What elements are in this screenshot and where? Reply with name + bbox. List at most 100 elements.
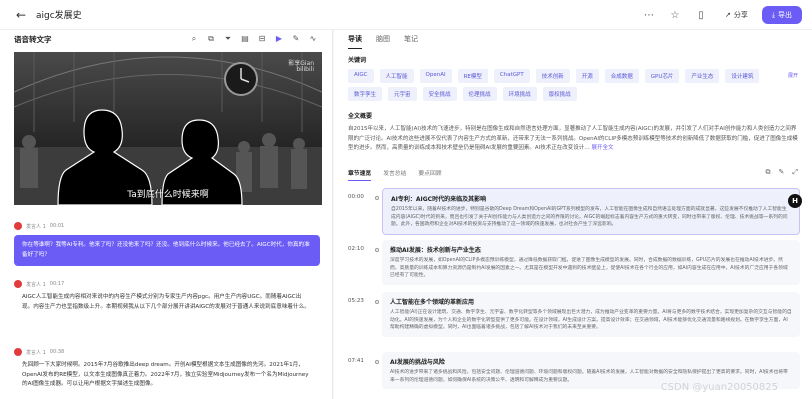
speaker-avatar xyxy=(14,348,22,356)
keyword-tag[interactable]: GPU芯片 xyxy=(644,69,680,83)
tab-speaker-summary[interactable]: 发言总结 xyxy=(383,168,406,181)
keyword-tag[interactable]: 元宇宙 xyxy=(388,87,417,101)
export-button[interactable]: ⤓ 导出 xyxy=(761,6,802,24)
video-icon[interactable]: ▶ xyxy=(274,34,284,44)
keywords-title: 关键词 xyxy=(348,57,367,64)
keyword-tag[interactable]: 开源 xyxy=(575,69,599,83)
waveform-icon[interactable]: ∿ xyxy=(308,34,318,44)
arrow-left-icon: ← xyxy=(15,7,27,22)
chapter-content: 自2015年以来，随着AI技术的进步，特别是谷歌的Deep Dream和Open… xyxy=(391,207,788,228)
keyword-tag[interactable]: AIGC xyxy=(348,69,374,83)
floating-assistant-button[interactable]: H xyxy=(788,194,802,208)
copy-icon[interactable]: ⧉ xyxy=(766,168,771,177)
star-icon: ☆ xyxy=(670,9,680,21)
tab-mindmap[interactable]: 脑图 xyxy=(376,34,390,49)
copy-icon[interactable]: ⧉ xyxy=(206,34,216,44)
video-subtitle: Ta到底什么时候来啊 xyxy=(127,190,209,200)
video-player[interactable]: 影享Gian bilibili Ta到底什么时候来啊 xyxy=(14,52,322,205)
keyword-tag[interactable]: 安全挑战 xyxy=(422,87,457,101)
timestamp: 00:01 xyxy=(49,223,65,229)
tab-key-points[interactable]: 要点回顾 xyxy=(418,168,441,181)
tab-guide[interactable]: 导读 xyxy=(348,34,362,49)
doc-icon[interactable]: ▤ xyxy=(240,34,250,44)
transcript-toolbar: ⌕ ⧉ ⏷ ▤ ⊟ ▶ ✎ ∿ xyxy=(189,34,318,44)
download-icon: ⤓ xyxy=(771,10,775,19)
chapter-time: 07:41 xyxy=(348,358,364,364)
collapse-icon[interactable]: ⊟ xyxy=(257,34,267,44)
keyword-tag[interactable]: 合成数据 xyxy=(604,69,639,83)
chapter-title: 推动AI发展：技术创新与产业生态 xyxy=(390,247,481,254)
keyword-tag[interactable]: 技术创新 xyxy=(535,69,570,83)
transcript-message[interactable]: 发言人 1 00:38 先回顾一下大家时候啊。2015年7月谷歌推出deep d… xyxy=(14,348,320,390)
edit-icon[interactable]: ✎ xyxy=(291,34,301,44)
chapter-toolbar: ⧉ ✎ ⤢ xyxy=(766,168,798,177)
bookmark-icon: ▯ xyxy=(698,9,704,21)
share-button[interactable]: ↗ 分享 xyxy=(717,5,756,25)
keyword-tag[interactable]: 环境挑战 xyxy=(502,87,537,101)
back-button[interactable]: ← xyxy=(8,5,34,25)
summary-title: 全文概要 xyxy=(348,113,373,120)
chapter-item[interactable]: 02:10 推动AI发展：技术创新与产业生态 深度学习技术的发展，如OpenAI… xyxy=(348,240,800,285)
ai-summary-panel: 导读 脑图 笔记 关键词 AIGC 人工智能 OpenAI RE模型 ChatG… xyxy=(334,30,812,399)
top-bar: ← aigc发展史 ⋯ ☆ ▯ ↗ 分享 ⤓ 导出 xyxy=(0,0,812,30)
speaker-avatar xyxy=(14,280,22,288)
summary-text: 自2015年以来，人工智能(AI)技术的飞速进步，特别是在图像生成和自然语言处理… xyxy=(348,126,798,151)
keyword-tag[interactable]: 伦理挑战 xyxy=(462,87,497,101)
keyword-tag[interactable]: 人工智能 xyxy=(379,69,414,83)
timestamp: 00:38 xyxy=(49,349,65,355)
keyword-tag[interactable]: OpenAI xyxy=(419,69,452,83)
keywords-list: AIGC 人工智能 OpenAI RE模型 ChatGPT 技术创新 开源 合成… xyxy=(348,69,788,101)
chapter-time: 00:00 xyxy=(348,194,364,200)
timeline-dot xyxy=(375,300,379,304)
more-icon: ⋯ xyxy=(644,9,655,21)
chapter-title: 人工智能在多个领域的革新应用 xyxy=(390,299,475,306)
tab-chapters[interactable]: 章节速览 xyxy=(348,168,372,181)
tab-notes[interactable]: 笔记 xyxy=(404,34,418,49)
page-title: aigc发展史 xyxy=(36,11,82,21)
keywords-expand-link[interactable]: 展开 xyxy=(788,72,798,79)
timeline-dot xyxy=(375,248,379,252)
chapter-item[interactable]: 00:00 AI专利：AIGC时代的来临及其影响 自2015年以来，随着AI技术… xyxy=(348,188,800,235)
csdn-watermark: CSDN @yuan20050825 xyxy=(660,382,778,393)
favorite-button[interactable]: ☆ xyxy=(665,5,685,25)
speaker-name: 发言人 1 xyxy=(26,223,46,230)
keyword-tag[interactable]: RE模型 xyxy=(457,69,488,83)
speaker-name: 发言人 1 xyxy=(26,349,46,356)
message-text: 你在等谁啊？我等AI专利。他来了吗？还没他来了吗？还没。他到底什么时候来。他已经… xyxy=(14,235,320,266)
chapter-content: 人工智能(AI)正在设计建筑、交通、数字孪生、元宇宙、数字化转型等多个领域展现出… xyxy=(390,310,792,331)
chapter-time: 05:23 xyxy=(348,298,364,304)
chapter-title: AI专利：AIGC时代的来临及其影响 xyxy=(391,196,487,203)
bilibili-logo: bilibili xyxy=(296,66,314,73)
main-tabs: 导读 脑图 笔记 xyxy=(348,34,418,49)
message-text: 先回顾一下大家时候啊。2015年7月谷歌推出deep dream。开创AI模型根… xyxy=(22,362,309,387)
keyword-tag[interactable]: ChatGPT xyxy=(493,69,530,83)
more-button[interactable]: ⋯ xyxy=(639,5,659,25)
keyword-tag[interactable]: 数字孪生 xyxy=(348,87,383,101)
summary-expand-link[interactable]: 展开全文 xyxy=(592,145,614,151)
timestamp: 00:17 xyxy=(49,281,65,287)
filter-icon[interactable]: ⏷ xyxy=(223,34,233,44)
save-button[interactable]: ▯ xyxy=(691,5,711,25)
speaker-avatar xyxy=(14,222,22,230)
chapter-title: AI发展的挑战与风险 xyxy=(390,359,445,366)
timeline-dot xyxy=(375,196,379,200)
panel-title: 语音转文字 xyxy=(14,34,52,44)
expand-icon[interactable]: ⤢ xyxy=(792,168,798,177)
keyword-tag[interactable]: 版权挑战 xyxy=(542,87,577,101)
transcript-message[interactable]: 发言人 1 00:17 AIGC人工智能生成内容相对来说中的内容生产模式分别为专… xyxy=(14,280,320,312)
speaker-name: 发言人 1 xyxy=(26,281,46,288)
video-frame xyxy=(14,52,322,205)
chapter-content: 深度学习技术的发展，如OpenAI的CLIP多模态预训练模型，通过降低数据获取门… xyxy=(390,258,788,279)
chapter-time: 02:10 xyxy=(348,246,364,252)
sub-tabs: 章节速览 发言总结 要点回顾 xyxy=(348,168,442,181)
search-icon[interactable]: ⌕ xyxy=(189,34,199,44)
transcript-message[interactable]: 发言人 1 00:01 你在等谁啊？我等AI专利。他来了吗？还没他来了吗？还没。… xyxy=(14,222,320,266)
message-text: AIGC人工智能生成内容相对来说中的内容生产模式分别为专家生产内容pgc。用户生… xyxy=(22,294,310,310)
timeline-dot xyxy=(375,360,379,364)
transcript-panel: 语音转文字 ⌕ ⧉ ⏷ ▤ ⊟ ▶ ✎ ∿ 影享Gian bilibili Ta… xyxy=(0,30,333,399)
edit-icon[interactable]: ✎ xyxy=(779,168,785,177)
keyword-tag[interactable]: 产业生态 xyxy=(685,69,720,83)
keyword-tag[interactable]: 设计建筑 xyxy=(725,69,760,83)
share-icon: ↗ xyxy=(725,11,731,19)
chapter-item[interactable]: 05:23 人工智能在多个领域的革新应用 人工智能(AI)正在设计建筑、交通、数… xyxy=(348,292,800,337)
